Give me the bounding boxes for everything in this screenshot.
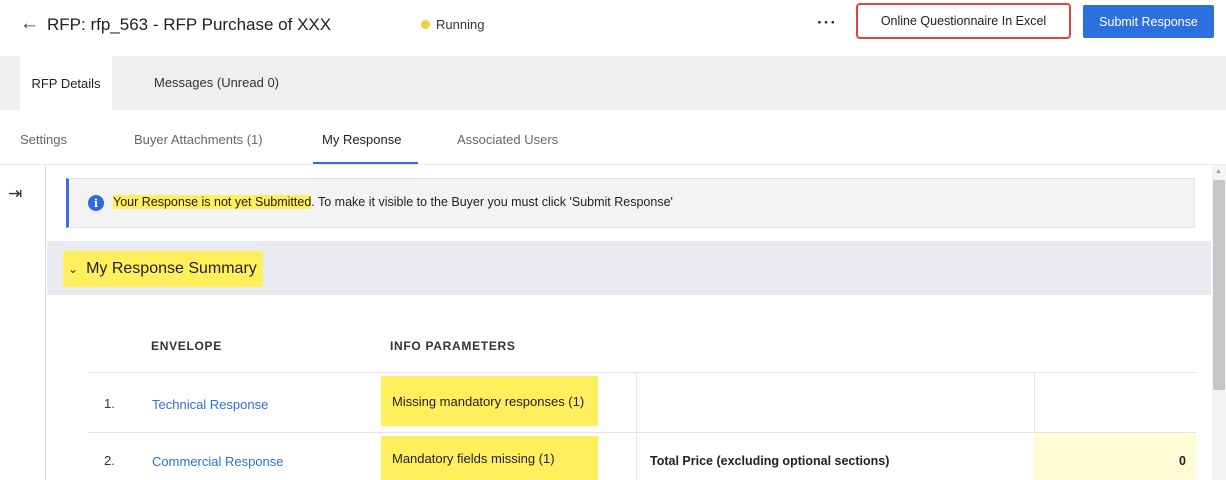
tab-messages[interactable]: Messages (Unread 0) (154, 74, 279, 91)
info-parameter-text: Missing mandatory responses (1) (392, 393, 585, 409)
subtab-buyer-attachments[interactable]: Buyer Attachments (1) (134, 131, 263, 148)
tab-rfp-details[interactable]: RFP Details (20, 56, 112, 110)
expand-panel-icon[interactable]: ⇥ (8, 184, 22, 204)
total-price-label: Total Price (excluding optional sections… (650, 454, 890, 468)
envelope-link-technical[interactable]: Technical Response (152, 396, 268, 413)
info-icon: i (88, 195, 104, 211)
submit-button-label: Submit Response (1099, 14, 1198, 29)
banner-rest-text: . To make it visible to the Buyer you mu… (311, 195, 673, 209)
rail-divider (45, 165, 46, 480)
column-header-envelope: ENVELOPE (151, 339, 222, 353)
total-price-value: 0 (1179, 454, 1186, 468)
subtab-settings[interactable]: Settings (20, 131, 67, 148)
summary-toggle[interactable]: ⌄ My Response Summary (63, 251, 263, 287)
summary-title: My Response Summary (86, 260, 257, 277)
row-divider (88, 372, 1196, 373)
info-parameter-badge: Missing mandatory responses (1) (381, 376, 598, 426)
divider (0, 164, 1226, 165)
row-divider (88, 432, 1196, 433)
scroll-up-arrow-icon[interactable]: ▲ (1215, 168, 1222, 175)
info-parameter-badge: Mandatory fields missing (1) (381, 436, 598, 480)
excel-button-label: Online Questionnaire In Excel (880, 14, 1047, 28)
info-parameter-text: Mandatory fields missing (1) (392, 450, 555, 466)
banner-message: Your Response is not yet Submitted. To m… (113, 194, 673, 211)
chevron-down-icon: ⌄ (68, 262, 79, 276)
more-menu-icon[interactable]: ··· (817, 12, 837, 34)
column-divider (636, 373, 637, 480)
subtab-my-response[interactable]: My Response (322, 131, 401, 148)
online-questionnaire-excel-button[interactable]: Online Questionnaire In Excel (856, 3, 1071, 39)
back-arrow-icon[interactable]: ← (20, 13, 39, 35)
tab-label: RFP Details (31, 75, 101, 91)
scrollbar-thumb[interactable] (1213, 180, 1225, 390)
page-title: RFP: rfp_563 - RFP Purchase of XXX (47, 15, 332, 34)
row-number: 1. (104, 396, 115, 411)
status-dot-icon (421, 20, 430, 29)
banner-highlight-text: Your Response is not yet Submitted (113, 195, 312, 209)
status-label: Running (436, 17, 485, 32)
column-header-info-parameters: INFO PARAMETERS (390, 339, 516, 353)
envelope-link-commercial[interactable]: Commercial Response (152, 453, 284, 470)
subtab-associated-users[interactable]: Associated Users (457, 131, 558, 148)
total-price-cell (1034, 433, 1196, 480)
row-number: 2. (104, 453, 115, 468)
submit-response-button[interactable]: Submit Response (1083, 5, 1214, 38)
